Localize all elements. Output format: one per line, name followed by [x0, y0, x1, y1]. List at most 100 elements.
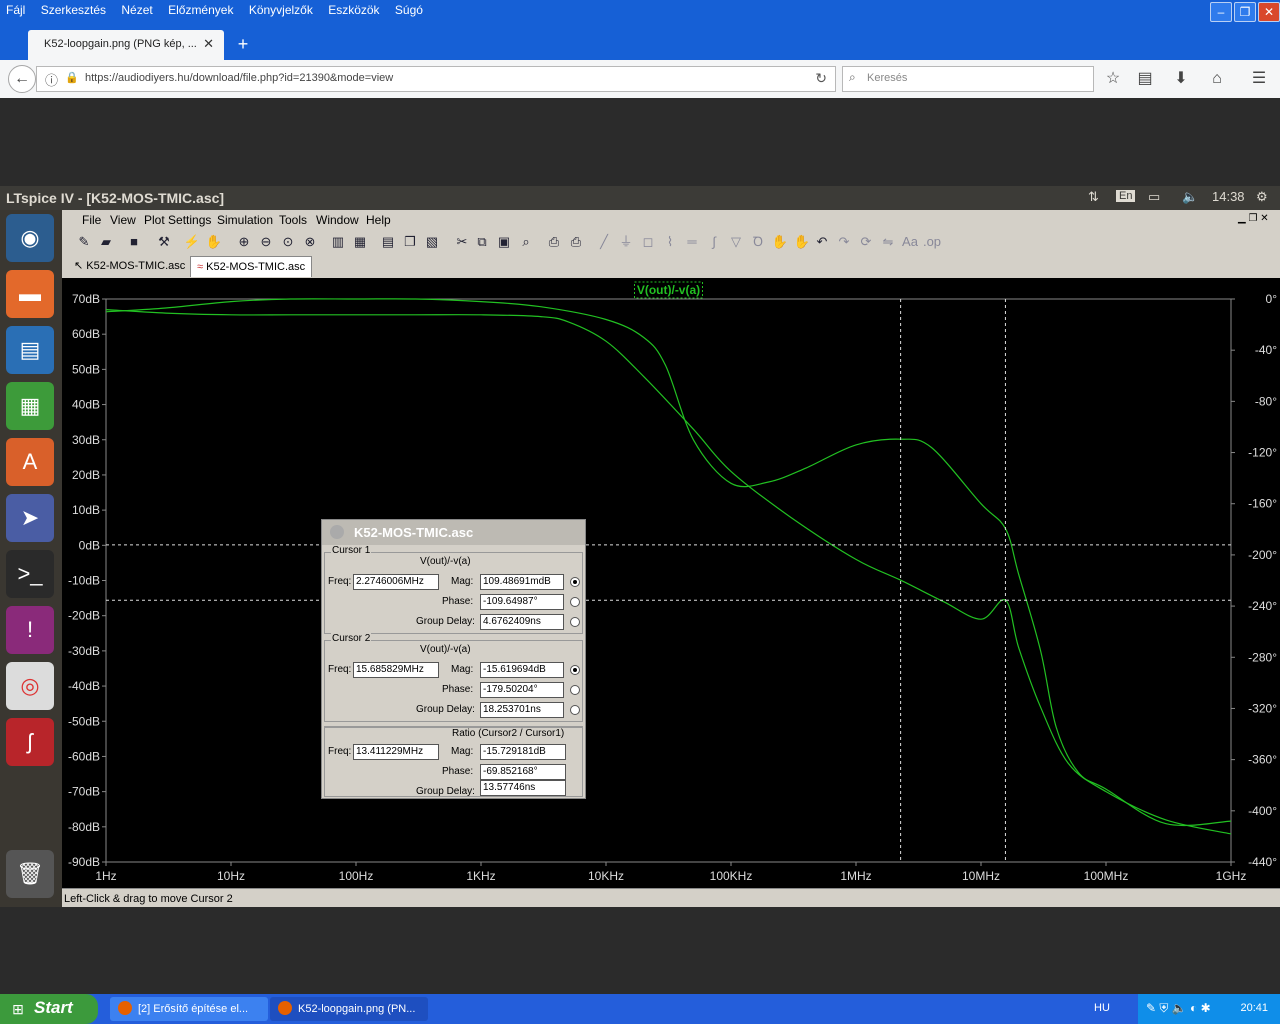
menu-bookmarks[interactable]: Könyvjelzők	[243, 0, 319, 17]
fft-icon[interactable]: ▦	[350, 232, 370, 252]
paste-icon[interactable]: ▣	[494, 232, 514, 252]
gimp-icon[interactable]: !	[6, 606, 54, 654]
writer-icon[interactable]: ▤	[6, 326, 54, 374]
settings-gear-icon[interactable]: ⚙	[1256, 189, 1268, 205]
taskbar-item-forum[interactable]: [2] Erősítő építése el...	[110, 997, 268, 1021]
tile-vertical-icon[interactable]: ▧	[422, 232, 442, 252]
cursor-dialog[interactable]: K52-MOS-TMIC.asc Cursor 1 V(out)/-v(a) F…	[321, 519, 586, 799]
dash-home-icon[interactable]: ◉	[6, 214, 54, 262]
capacitor-icon[interactable]: ═	[682, 232, 702, 252]
cursor1-phase-field[interactable]: -109.64987°	[480, 594, 564, 610]
drag-icon[interactable]: ✋	[792, 232, 812, 252]
maximize-icon[interactable]: ❐	[1234, 2, 1256, 22]
zoom-fit-icon[interactable]: ⊙	[278, 232, 298, 252]
mirror-icon[interactable]: ⇋	[878, 232, 898, 252]
info-icon[interactable]: ⓘ	[45, 70, 58, 89]
lt-menu-view[interactable]: View	[110, 213, 136, 227]
cursor-dialog-titlebar[interactable]: K52-MOS-TMIC.asc	[322, 520, 585, 545]
lt-menu-tools[interactable]: Tools	[279, 213, 307, 227]
open-folder-icon[interactable]: ▰	[96, 232, 116, 252]
cursor2-group-delay-radio[interactable]	[570, 705, 580, 715]
cursor1-group-delay-field[interactable]: 4.6762409ns	[480, 614, 564, 630]
ground-icon[interactable]: ⏚	[616, 232, 636, 252]
print-preview-icon[interactable]: ⎙	[544, 232, 564, 252]
cut-icon[interactable]: ✂	[452, 232, 472, 252]
new-tab-icon[interactable]: +	[232, 33, 254, 55]
clock-text[interactable]: 14:38	[1212, 189, 1245, 204]
diode-icon[interactable]: ▽	[726, 232, 746, 252]
cursor1-mag-field[interactable]: 109.48691mdB	[480, 574, 564, 590]
menu-edit[interactable]: Szerkesztés	[35, 0, 112, 17]
tile-horizontal-icon[interactable]: ▤	[378, 232, 398, 252]
copy-icon[interactable]: ⧉	[472, 232, 492, 252]
find-icon[interactable]: ⌕	[516, 232, 536, 252]
cursor1-group-delay-radio[interactable]	[570, 617, 580, 627]
ratio-phase-field[interactable]: -69.852168°	[480, 764, 566, 780]
resistor-icon[interactable]: ⌇	[660, 232, 680, 252]
menu-help[interactable]: Súgó	[389, 0, 429, 17]
zoom-out-icon[interactable]: ⊖	[256, 232, 276, 252]
url-bar[interactable]: ⓘ 🔒 https://audiodiyers.hu/download/file…	[36, 66, 836, 92]
reload-icon[interactable]: ↻	[815, 70, 827, 87]
move-icon[interactable]: ✋	[770, 232, 790, 252]
back-icon[interactable]: ←	[8, 65, 36, 93]
text-icon[interactable]: Aa	[900, 232, 920, 252]
bookmark-star-icon[interactable]: ☆	[1102, 68, 1124, 90]
tab-close-icon[interactable]: ✕	[203, 36, 214, 52]
rotate-icon[interactable]: ⟳	[856, 232, 876, 252]
menu-file[interactable]: Fájl	[0, 0, 31, 17]
tab-schematic[interactable]: ↖ K52-MOS-TMIC.asc	[68, 256, 191, 276]
ratio-freq-field[interactable]: 13.411229MHz	[353, 744, 439, 760]
lt-menu-help[interactable]: Help	[366, 213, 391, 227]
cursor2-group-delay-field[interactable]: 18.253701ns	[480, 702, 564, 718]
undo-icon[interactable]: ↶	[812, 232, 832, 252]
menu-view[interactable]: Nézet	[115, 0, 158, 17]
battery-icon[interactable]: ▭	[1148, 189, 1160, 205]
taskbar-item-image[interactable]: K52-loopgain.png (PN...	[270, 997, 428, 1021]
home-icon[interactable]: ⌂	[1206, 68, 1228, 90]
cursor2-phase-radio[interactable]	[570, 685, 580, 695]
ratio-mag-field[interactable]: -15.729181dB	[480, 744, 566, 760]
cursor1-mag-radio[interactable]	[570, 577, 580, 587]
control-panel-icon[interactable]: ⚒	[154, 232, 174, 252]
run-icon[interactable]: ⚡	[182, 232, 202, 252]
bode-plot[interactable]: V(out)/-v(a) 1Hz 10Hz 100Hz 1KHz 10KHz 100KHz 1…	[62, 278, 1280, 886]
tab-waveform[interactable]: ≈ K52-MOS-TMIC.asc	[190, 256, 313, 277]
search-input[interactable]: ⌕ Keresés	[842, 66, 1094, 92]
cursor2-mag-field[interactable]: -15.619694dB	[480, 662, 564, 678]
ltspice-icon[interactable]: ➤	[6, 494, 54, 542]
cursor1-phase-radio[interactable]	[570, 597, 580, 607]
terminal-icon[interactable]: >_	[6, 550, 54, 598]
autorange-icon[interactable]: ▥	[328, 232, 348, 252]
label-net-icon[interactable]: ◻	[638, 232, 658, 252]
lt-app-icon[interactable]: ʃ	[6, 718, 54, 766]
start-button[interactable]: ⊞ Start	[0, 994, 98, 1024]
lt-menu-simulation[interactable]: Simulation	[217, 213, 273, 227]
lt-menu-window[interactable]: Window	[316, 213, 359, 227]
cursor1-freq-field[interactable]: 2.2746006MHz	[353, 574, 439, 590]
menu-history[interactable]: Előzmények	[162, 0, 239, 17]
download-icon[interactable]: ⬇	[1170, 68, 1192, 90]
chrome-icon[interactable]: ◎	[6, 662, 54, 710]
hamburger-menu-icon[interactable]: ☰	[1248, 68, 1270, 90]
trash-icon[interactable]: 🗑	[6, 850, 54, 898]
minimize-icon[interactable]: –	[1210, 2, 1232, 22]
reading-list-icon[interactable]: ▤	[1134, 68, 1156, 90]
save-icon[interactable]: ■	[124, 232, 144, 252]
network-icon[interactable]: ⇅	[1088, 189, 1099, 205]
redo-icon[interactable]: ↷	[834, 232, 854, 252]
menu-tools[interactable]: Eszközök	[322, 0, 385, 17]
zoom-in-icon[interactable]: ⊕	[234, 232, 254, 252]
cascade-icon[interactable]: ❐	[400, 232, 420, 252]
tray-icons[interactable]: ✎ ⛨ 🔈 ◐ ✱	[1146, 1001, 1211, 1016]
language-indicator[interactable]: HU	[1094, 1002, 1110, 1014]
browser-tab[interactable]: K52-loopgain.png (PNG kép, ... ✕	[28, 30, 224, 60]
cursor2-mag-radio[interactable]	[570, 665, 580, 675]
calc-icon[interactable]: ▦	[6, 382, 54, 430]
lt-menu-plot-settings[interactable]: Plot Settings	[144, 213, 211, 227]
zoom-cancel-icon[interactable]: ⊗	[300, 232, 320, 252]
wire-icon[interactable]: ╱	[594, 232, 614, 252]
dialog-close-icon[interactable]	[330, 525, 344, 539]
files-icon[interactable]: ▬	[6, 270, 54, 318]
print-icon[interactable]: ⎙	[566, 232, 586, 252]
